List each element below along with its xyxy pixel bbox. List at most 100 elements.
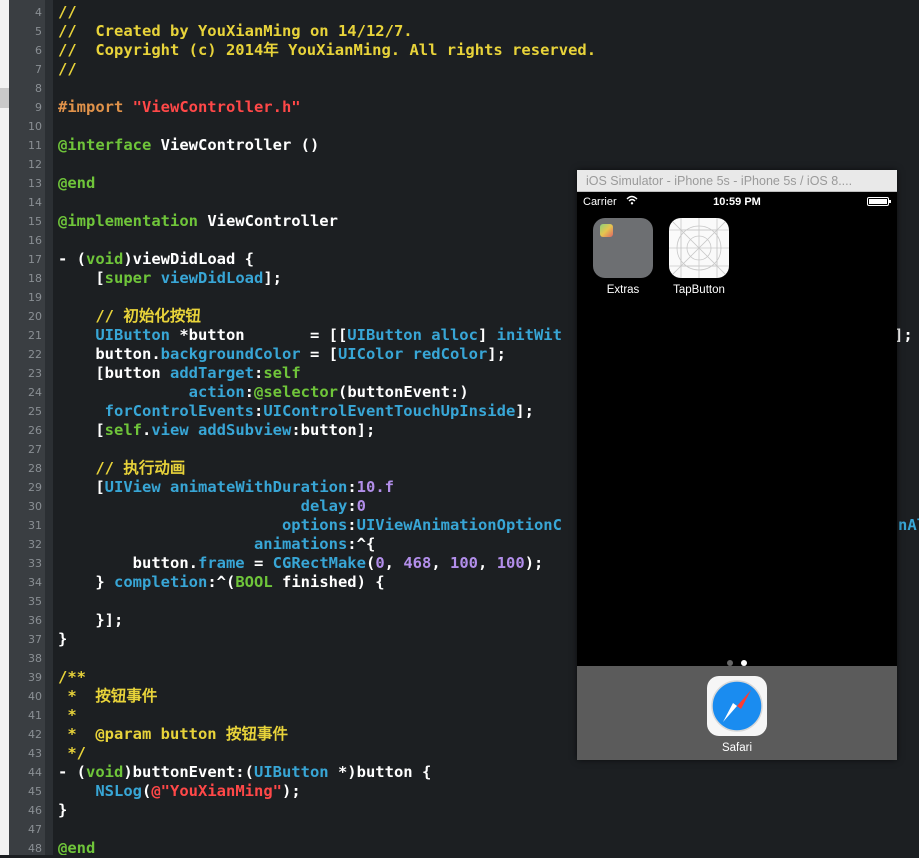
code-token: ( (142, 782, 152, 800)
line-number: 4 (35, 6, 42, 19)
code-token: * 按钮事件 (58, 687, 158, 705)
code-line[interactable]: [self.view addSubview:button]; (58, 421, 375, 440)
code-token: UIControlEventTouchUpInside (263, 402, 516, 420)
code-line[interactable]: * 按钮事件 (58, 687, 157, 706)
line-number: 33 (28, 557, 42, 570)
code-token: 10.f (356, 478, 394, 496)
code-token: alloc (431, 326, 478, 344)
code-line[interactable]: */ (58, 744, 86, 763)
panel-marker (0, 88, 9, 108)
code-token: // Copyright (c) 2014年 YouXianMing. All … (58, 41, 597, 59)
code-token: ]; (515, 402, 534, 420)
code-token: [ (58, 269, 105, 287)
line-number: 13 (28, 177, 42, 190)
code-line[interactable]: button.backgroundColor = [UIColor redCol… (58, 345, 506, 364)
ios-simulator-window[interactable]: iOS Simulator - iPhone 5s - iPhone 5s / … (577, 170, 897, 760)
code-line[interactable]: }]; (58, 611, 123, 630)
code-line[interactable]: forControlEvents:UIControlEventTouchUpIn… (58, 402, 534, 421)
code-token: UIButton (95, 326, 170, 344)
code-line[interactable]: animations:^{ (58, 535, 375, 554)
code-token: redColor (412, 345, 488, 363)
code-token: )buttonEvent:( (123, 763, 254, 781)
code-line[interactable]: - (void)viewDidLoad { (58, 250, 254, 269)
line-number: 45 (28, 785, 42, 798)
code-token: @selector (254, 383, 338, 401)
line-number: 36 (28, 614, 42, 627)
code-token: : (244, 383, 254, 401)
code-token: completion (114, 573, 208, 591)
code-token: // (58, 60, 77, 78)
code-line[interactable]: @interface ViewController () (58, 136, 319, 155)
simulator-title-bar[interactable]: iOS Simulator - iPhone 5s - iPhone 5s / … (577, 170, 897, 192)
code-token: UIButton (347, 326, 422, 344)
code-line[interactable]: } (58, 801, 67, 820)
code-token: 100 (496, 554, 525, 572)
code-line[interactable]: action:@selector(buttonEvent:) (58, 383, 469, 402)
code-line[interactable]: // Created by YouXianMing on 14/12/7. (58, 22, 413, 41)
line-number-gutter: 4 5 6 7 8 9 10 11 12 13 14 15 16 17 18 19 20 21 22 23 24 25 26… (9, 0, 45, 855)
app-tapbutton[interactable]: TapButton (664, 218, 734, 296)
code-token: button. (58, 554, 198, 572)
code-line[interactable]: UIButton *button = [[UIButton alloc] ini… (58, 326, 562, 345)
code-line[interactable]: - (void)buttonEvent:(UIButton *)button { (58, 763, 431, 782)
code-line[interactable]: /** (58, 668, 86, 687)
code-line[interactable]: @implementation ViewController (58, 212, 338, 231)
line-number: 7 (35, 63, 42, 76)
code-line[interactable]: options:UIViewAnimationOptionC (58, 516, 562, 535)
code-token: // 初始化按钮 (58, 307, 201, 325)
code-token: delay (300, 497, 348, 515)
code-line[interactable]: // 执行动画 (58, 459, 185, 478)
code-line[interactable]: * (58, 706, 76, 725)
app-safari[interactable]: Safari (702, 676, 772, 754)
code-token: frame (197, 554, 245, 572)
code-token: "ViewController.h" (132, 98, 301, 116)
code-line[interactable]: [super viewDidLoad]; (58, 269, 282, 288)
code-line[interactable]: // (58, 3, 77, 22)
app-label: Extras (606, 284, 640, 296)
code-line[interactable]: @end (58, 174, 95, 193)
status-time: 10:59 PM (713, 196, 761, 208)
code-line[interactable]: // Copyright (c) 2014年 YouXianMing. All … (58, 41, 596, 60)
code-line[interactable]: [button addTarget:self (58, 364, 300, 383)
code-folding-ribbon[interactable] (45, 0, 53, 855)
code-line[interactable]: #import "ViewController.h" (58, 98, 301, 117)
code-token: @interface (58, 136, 161, 154)
code-token: ]; (487, 345, 506, 363)
iphone-home-screen[interactable]: Carrier 10:59 PM Extras TapButton Safari (577, 192, 897, 760)
code-line[interactable]: NSLog(@"YouXianMing"); (58, 782, 300, 801)
code-token: // (58, 3, 77, 21)
code-line[interactable]: // 初始化按钮 (58, 307, 201, 326)
code-line[interactable]: button.frame = CGRectMake(0, 468, 100, 1… (58, 554, 544, 573)
line-number: 25 (28, 405, 42, 418)
code-line[interactable]: // (58, 60, 77, 79)
code-token: finished) { (272, 573, 385, 591)
code-token: :^{ (347, 535, 376, 553)
code-line[interactable]: } completion:^(BOOL finished) { (58, 573, 385, 592)
battery-icon (867, 197, 891, 206)
code-token: viewDidLoad (160, 269, 264, 287)
code-line[interactable]: @end (58, 839, 95, 855)
code-line[interactable]: delay:0 (58, 497, 366, 516)
app-extras[interactable]: Extras (588, 218, 658, 296)
line-number: 5 (35, 25, 42, 38)
code-token: * @param button 按钮事件 (58, 725, 288, 743)
code-line[interactable]: [UIView animateWithDuration:10.f (58, 478, 394, 497)
app-label: Safari (721, 742, 753, 754)
code-line-tail: nAl (898, 516, 919, 534)
code-token: ( (365, 554, 376, 572)
code-line[interactable]: * @param button 按钮事件 (58, 725, 288, 744)
code-line[interactable]: } (58, 630, 67, 649)
code-token: } (58, 573, 114, 591)
line-number: 32 (28, 538, 42, 551)
code-token: UIButton (253, 763, 329, 781)
code-token: : (347, 497, 357, 515)
line-number: 29 (28, 481, 42, 494)
code-token: *button = [[ (169, 326, 348, 344)
code-token: - ( (58, 763, 86, 781)
code-token: , (384, 554, 404, 572)
